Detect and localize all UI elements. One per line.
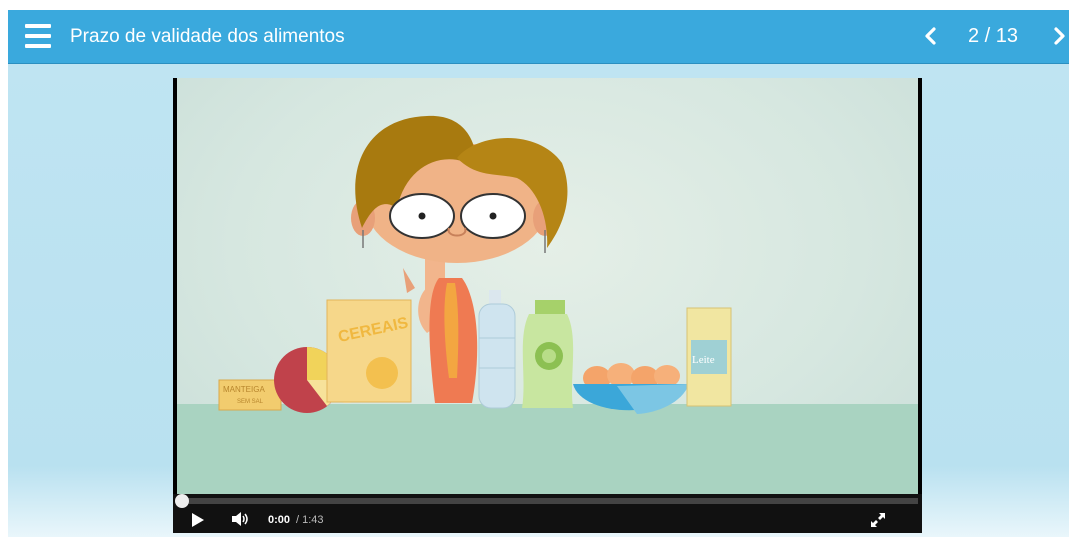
top-bar: Prazo de validade dos alimentos 2 / 13 xyxy=(8,10,1069,64)
svg-text:SEM SAL: SEM SAL xyxy=(237,399,264,405)
progress-scrubber[interactable] xyxy=(175,494,189,508)
current-time: 0:00 xyxy=(268,514,291,526)
page-title: Prazo de validade dos alimentos xyxy=(70,26,345,47)
page-counter: 2 / 13 xyxy=(968,25,1019,47)
next-page-button[interactable] xyxy=(1050,22,1069,50)
progress-bar[interactable] xyxy=(175,494,918,508)
yogurt-bottle xyxy=(522,300,574,408)
prev-page-button[interactable] xyxy=(920,22,940,50)
video-controls: 0:00 / 1:43 xyxy=(173,494,922,533)
fullscreen-icon xyxy=(871,513,885,527)
cereal-box: CEREAIS xyxy=(326,299,412,403)
table-surface xyxy=(177,404,918,494)
svg-text:MANTEIGA: MANTEIGA xyxy=(223,385,265,394)
duration: / 1:43 xyxy=(296,514,324,526)
cartoon-scene-illustration: MANTEIGA SEM SAL CEREAIS Leite xyxy=(177,115,918,494)
video-player[interactable]: MANTEIGA SEM SAL CEREAIS Leite 0:00 / 1:… xyxy=(173,78,922,533)
fullscreen-button[interactable] xyxy=(870,512,886,533)
hamburger-menu-icon[interactable] xyxy=(25,22,51,50)
volume-button[interactable] xyxy=(232,512,250,531)
play-button[interactable] xyxy=(192,513,204,532)
butter-box: MANTEIGA SEM SAL xyxy=(218,379,282,411)
water-bottle xyxy=(478,290,516,409)
video-frame[interactable]: MANTEIGA SEM SAL CEREAIS Leite xyxy=(177,78,918,494)
chevron-left-icon xyxy=(925,27,936,45)
milk-carton: Leite xyxy=(686,307,732,407)
svg-text:Leite: Leite xyxy=(692,354,715,366)
play-icon xyxy=(192,513,204,527)
chevron-right-icon xyxy=(1054,27,1065,45)
volume-icon xyxy=(232,512,248,526)
